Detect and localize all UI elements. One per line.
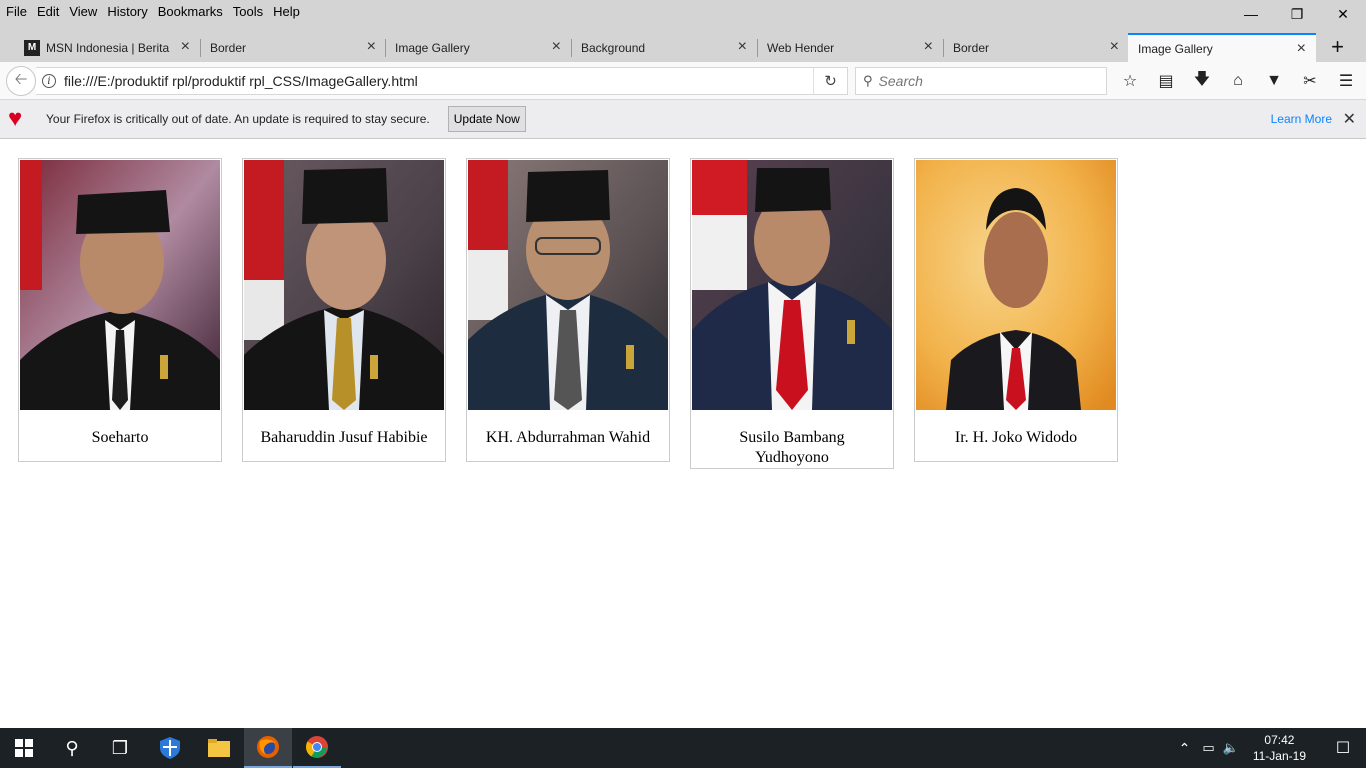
tab-label: Image Gallery [395, 40, 470, 55]
update-now-button[interactable]: Update Now [447, 106, 526, 132]
close-tab-icon[interactable]: × [367, 39, 376, 55]
library-icon[interactable]: ▤ [1148, 67, 1184, 95]
search-box[interactable]: ⚲ [855, 67, 1107, 95]
back-arrow-icon[interactable]: 🡠 [6, 66, 36, 96]
menu-bar: File Edit View History Bookmarks Tools H… [0, 0, 1366, 24]
gallery-item: Soeharto [18, 158, 222, 462]
screenshot-icon[interactable]: ✂ [1292, 67, 1328, 95]
task-view-icon[interactable]: ❐ [96, 728, 144, 768]
firefox-icon[interactable] [244, 728, 292, 768]
tab-label: Image Gallery [1138, 41, 1213, 56]
tab-border[interactable]: Border × [200, 33, 386, 62]
gallery-caption: Ir. H. Joko Widodo [954, 429, 1078, 446]
gallery-item: KH. Abdurrahman Wahid [466, 158, 670, 462]
tab-background[interactable]: Background × [571, 33, 757, 62]
tab-label: MSN Indonesia | Berita T [46, 40, 171, 55]
gallery-item: Ir. H. Joko Widodo [914, 158, 1118, 462]
url-text[interactable]: file:///E:/produktif rpl/produktif rpl_C… [64, 73, 418, 89]
notifications-icon[interactable]: ☐ [1320, 738, 1366, 758]
msn-favicon-icon: M [24, 39, 40, 56]
download-icon[interactable]: 🡇 [1184, 67, 1220, 95]
tab-label: Background [581, 40, 646, 55]
defender-shield-icon[interactable] [146, 728, 194, 768]
system-tray: ⌃ ▭ 🔈 07:42 11-Jan-19 ☐ [1179, 728, 1366, 768]
windows-start-icon[interactable] [0, 728, 48, 768]
close-notification-icon[interactable]: ✕ [1343, 109, 1356, 129]
menu-tools[interactable]: Tools [228, 2, 268, 22]
tab-label: Border [210, 40, 247, 55]
portrait-image[interactable] [468, 160, 668, 410]
time: 07:42 [1264, 733, 1295, 747]
reload-icon[interactable]: ↻ [813, 68, 847, 94]
bookmark-star-icon[interactable]: ☆ [1112, 67, 1148, 95]
gallery-caption: Soeharto [91, 429, 149, 446]
close-tab-icon[interactable]: × [1297, 41, 1306, 57]
address-bar[interactable]: i file:///E:/produktif rpl/produktif rpl… [36, 67, 848, 95]
tab-border-2[interactable]: Border × [943, 33, 1129, 62]
search-icon: ⚲ [863, 73, 873, 88]
chrome-icon[interactable] [293, 728, 341, 768]
portrait-image[interactable] [244, 160, 444, 410]
home-icon[interactable]: ⌂ [1220, 67, 1256, 95]
update-message: Your Firefox is critically out of date. … [46, 112, 430, 126]
close-tab-icon[interactable]: × [552, 39, 561, 55]
tab-image-gallery[interactable]: Image Gallery × [385, 33, 571, 62]
tab-web-hender[interactable]: Web Hender × [757, 33, 943, 62]
close-tab-icon[interactable]: × [1110, 39, 1119, 55]
menu-help[interactable]: Help [268, 2, 305, 22]
menu-view[interactable]: View [64, 2, 102, 22]
update-notification-bar: ♥ Your Firefox is critically out of date… [0, 100, 1366, 139]
gallery-caption: Susilo Bambang Yudhoyono [739, 429, 845, 466]
close-tab-icon[interactable]: × [924, 39, 933, 55]
search-icon[interactable]: ⚲ [48, 728, 96, 768]
chevron-up-icon[interactable]: ⌃ [1179, 740, 1191, 757]
site-info-icon[interactable]: i [42, 74, 56, 88]
hamburger-menu-icon[interactable]: ☰ [1328, 67, 1364, 95]
tab-label: Web Hender [767, 40, 835, 55]
heart-pulse-icon: ♥ [8, 105, 23, 132]
volume-icon[interactable]: 🔈 [1223, 740, 1239, 756]
close-tab-icon[interactable]: × [738, 39, 747, 55]
windows-taskbar: ⚲ ❐ ⌃ ▭ 🔈 07:42 11-Jan-19 ☐ [0, 728, 1366, 768]
gallery-caption: KH. Abdurrahman Wahid [485, 429, 651, 446]
tab-image-gallery-active[interactable]: Image Gallery × [1128, 33, 1316, 62]
menu-edit[interactable]: Edit [32, 2, 64, 22]
menu-bookmarks[interactable]: Bookmarks [153, 2, 228, 22]
gallery-item: Baharuddin Jusuf Habibie [242, 158, 446, 462]
tab-msn[interactable]: M MSN Indonesia | Berita T × [14, 33, 200, 62]
portrait-image[interactable] [916, 160, 1116, 410]
new-tab-icon[interactable]: + [1331, 36, 1344, 58]
tab-bar: M MSN Indonesia | Berita T × Border × Im… [0, 24, 1366, 62]
gallery-item: Susilo Bambang Yudhoyono [690, 158, 894, 469]
clock[interactable]: 07:42 11-Jan-19 [1253, 732, 1306, 764]
gallery-caption: Baharuddin Jusuf Habibie [260, 429, 428, 446]
navigation-bar: 🡠 i file:///E:/produktif rpl/produktif r… [0, 62, 1366, 100]
tab-label: Border [953, 40, 990, 55]
portrait-image[interactable] [692, 160, 892, 410]
battery-icon[interactable]: ▭ [1202, 740, 1214, 756]
search-input[interactable] [878, 73, 1089, 89]
menu-history[interactable]: History [102, 2, 152, 22]
date: 11-Jan-19 [1252, 749, 1306, 763]
pocket-icon[interactable]: ▼ [1256, 67, 1292, 95]
close-tab-icon[interactable]: × [181, 39, 190, 55]
portrait-image[interactable] [20, 160, 220, 410]
toolbar-icons: ☆ ▤ 🡇 ⌂ ▼ ✂ ☰ [1112, 67, 1364, 95]
file-explorer-icon[interactable] [195, 728, 243, 768]
menu-file[interactable]: File [1, 2, 32, 22]
learn-more-link[interactable]: Learn More [1271, 112, 1332, 126]
